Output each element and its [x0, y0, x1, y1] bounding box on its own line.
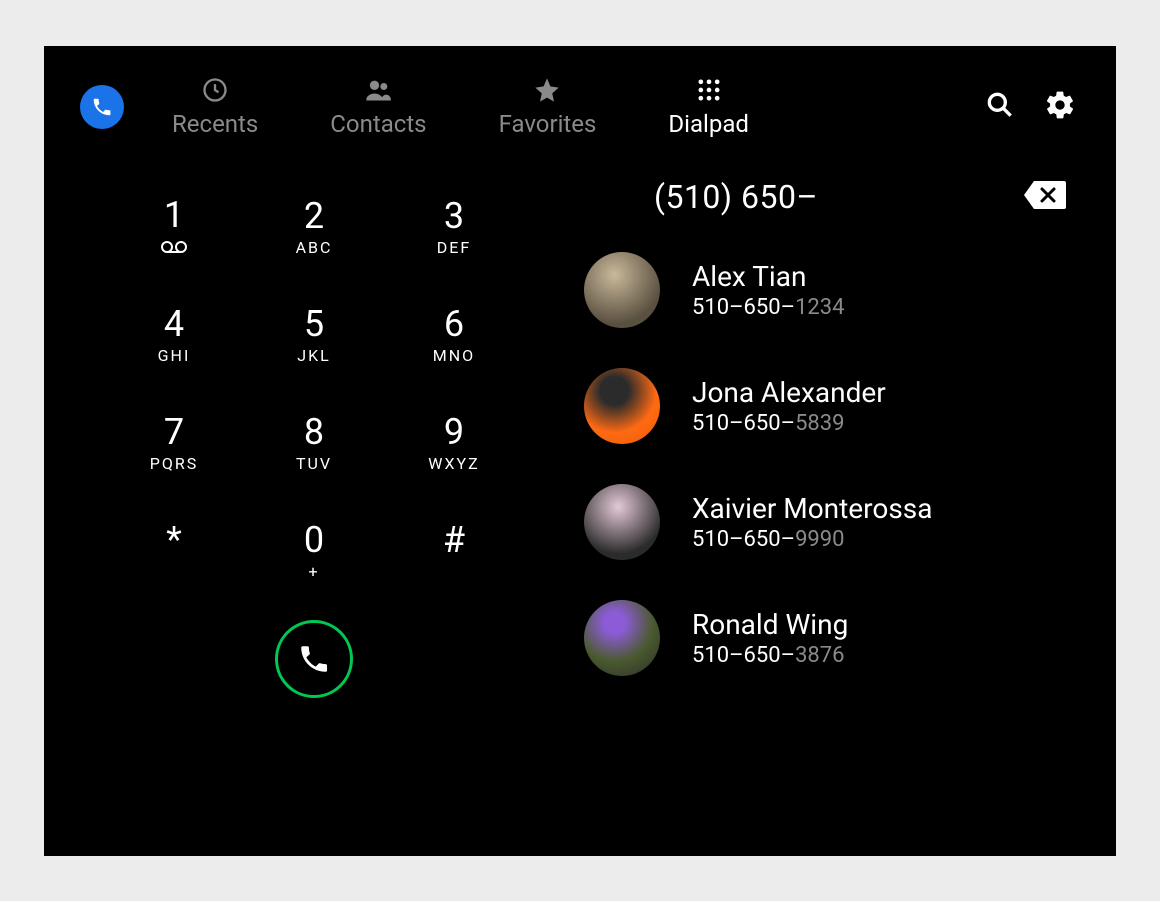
key-5[interactable]: 5 JKL: [244, 286, 384, 386]
key-7[interactable]: 7 PQRS: [104, 394, 244, 494]
tab-dialpad[interactable]: Dialpad: [668, 76, 749, 138]
contact-name: Ronald Wing: [692, 608, 848, 641]
backspace-icon: [1022, 179, 1066, 211]
tab-label: Contacts: [330, 110, 426, 138]
key-digit: 5: [304, 306, 324, 342]
tab-label: Recents: [172, 110, 258, 138]
number-display-row: (510) 650–: [584, 178, 1066, 216]
avatar: [584, 252, 660, 328]
contact-name: Jona Alexander: [692, 376, 886, 409]
contact-item[interactable]: Ronald Wing 510–650–3876: [584, 600, 1066, 676]
key-letters: TUV: [296, 454, 332, 474]
header: Recents Contacts Favorites Dialpad: [44, 46, 1116, 158]
key-3[interactable]: 3 DEF: [384, 178, 524, 278]
dialpad-column: 1 2 ABC 3 DEF 4 GHI 5: [84, 178, 544, 698]
contact-info: Xaivier Monterossa 510–650–9990: [692, 492, 932, 552]
contact-name: Alex Tian: [692, 260, 845, 293]
key-digit: 0: [304, 522, 324, 558]
gear-icon: [1044, 89, 1076, 121]
contact-info: Ronald Wing 510–650–3876: [692, 608, 848, 668]
key-digit: 2: [304, 198, 324, 234]
key-letters: GHI: [158, 346, 191, 366]
key-digit: 3: [444, 198, 464, 234]
key-1[interactable]: 1: [104, 178, 244, 278]
key-0[interactable]: 0 +: [244, 502, 384, 602]
content: 1 2 ABC 3 DEF 4 GHI 5: [44, 158, 1116, 698]
call-button[interactable]: [275, 620, 353, 698]
key-4[interactable]: 4 GHI: [104, 286, 244, 386]
phone-badge[interactable]: [80, 85, 124, 129]
key-letters: JKL: [297, 346, 330, 366]
avatar: [584, 600, 660, 676]
phone-icon: [91, 96, 113, 118]
grid-icon: [695, 76, 723, 104]
header-actions: [984, 89, 1076, 125]
clock-icon: [201, 76, 229, 104]
tab-label: Favorites: [499, 110, 597, 138]
key-digit: 1: [164, 197, 184, 233]
key-digit: 9: [444, 414, 464, 450]
key-6[interactable]: 6 MNO: [384, 286, 524, 386]
key-letters: +: [308, 562, 319, 582]
contact-item[interactable]: Jona Alexander 510–650–5839: [584, 368, 1066, 444]
tab-recents[interactable]: Recents: [172, 76, 258, 138]
key-digit: *: [166, 522, 182, 558]
dialpad: 1 2 ABC 3 DEF 4 GHI 5: [84, 178, 544, 602]
contact-item[interactable]: Xaivier Monterossa 510–650–9990: [584, 484, 1066, 560]
key-8[interactable]: 8 TUV: [244, 394, 384, 494]
key-digit: 4: [164, 306, 184, 342]
contact-suggestions: Alex Tian 510–650–1234 Jona Alexander 51…: [584, 252, 1066, 676]
key-2[interactable]: 2 ABC: [244, 178, 384, 278]
key-hash[interactable]: #: [384, 502, 524, 602]
people-icon: [362, 76, 394, 104]
contact-number: 510–650–5839: [692, 411, 886, 436]
typed-number: (510) 650–: [654, 178, 818, 216]
key-letters: MNO: [433, 346, 475, 366]
key-letters: WXYZ: [428, 454, 479, 474]
key-digit: 6: [444, 306, 464, 342]
contact-info: Alex Tian 510–650–1234: [692, 260, 845, 320]
avatar: [584, 484, 660, 560]
contact-info: Jona Alexander 510–650–5839: [692, 376, 886, 436]
key-letters: DEF: [437, 238, 471, 258]
voicemail-icon: [160, 235, 188, 259]
suggestions-column: (510) 650– Alex Tian 510–650–1234 Jona: [584, 178, 1076, 698]
phone-app: Recents Contacts Favorites Dialpad: [44, 46, 1116, 856]
key-digit: #: [443, 522, 465, 558]
star-icon: [533, 76, 561, 104]
key-star[interactable]: *: [104, 502, 244, 602]
key-letters: ABC: [296, 238, 333, 258]
tabs: Recents Contacts Favorites Dialpad: [172, 76, 976, 138]
tab-contacts[interactable]: Contacts: [330, 76, 426, 138]
avatar: [584, 368, 660, 444]
backspace-button[interactable]: [1022, 179, 1066, 215]
contact-number: 510–650–1234: [692, 295, 845, 320]
tab-label: Dialpad: [668, 110, 749, 138]
key-letters: PQRS: [150, 454, 198, 474]
contact-name: Xaivier Monterossa: [692, 492, 932, 525]
settings-button[interactable]: [1044, 89, 1076, 125]
contact-number: 510–650–3876: [692, 643, 848, 668]
tab-favorites[interactable]: Favorites: [499, 76, 597, 138]
key-digit: 8: [304, 414, 324, 450]
contact-item[interactable]: Alex Tian 510–650–1234: [584, 252, 1066, 328]
key-9[interactable]: 9 WXYZ: [384, 394, 524, 494]
call-row: [84, 620, 544, 698]
contact-number: 510–650–9990: [692, 527, 932, 552]
phone-icon: [297, 642, 331, 676]
key-digit: 7: [164, 414, 184, 450]
search-button[interactable]: [984, 89, 1016, 125]
search-icon: [984, 89, 1016, 121]
